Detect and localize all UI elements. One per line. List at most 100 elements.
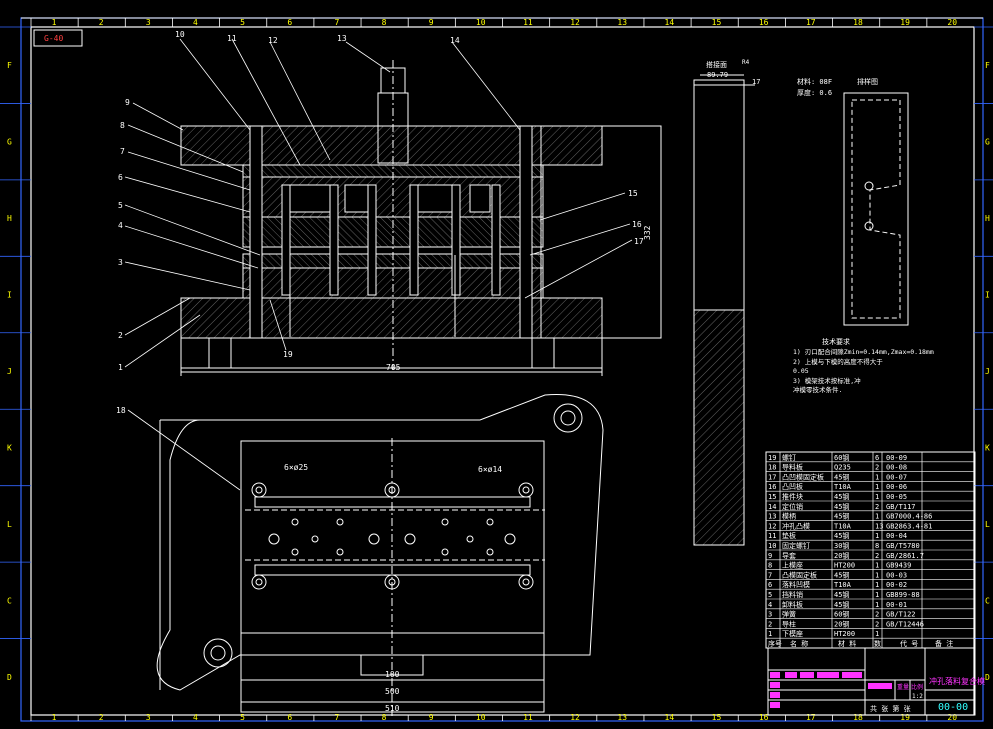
strip-thick: 17 xyxy=(752,78,760,86)
bom-cell: 00-04 xyxy=(886,532,907,540)
tag-label: G-40 xyxy=(44,34,63,43)
ruler-col-label: 17 xyxy=(806,713,816,722)
bom-cell: 2 xyxy=(768,620,772,628)
balloon-15: 15 xyxy=(628,189,638,198)
balloon-8: 8 xyxy=(120,121,125,130)
bom-cell: 00-02 xyxy=(886,581,907,589)
dim-100: 100 xyxy=(385,670,400,679)
strip-radius: R4 xyxy=(742,59,750,66)
bom-cell: HT200 xyxy=(834,562,855,570)
bom-cell: 4 xyxy=(768,601,772,609)
ruler-row-label: H xyxy=(7,214,12,223)
bom-cell: 1 xyxy=(875,591,879,599)
bom-cell: 00-05 xyxy=(886,493,907,501)
ruler-row-label: H xyxy=(985,214,990,223)
ruler-row-label: K xyxy=(7,443,12,452)
ruler-col-label: 3 xyxy=(146,18,151,27)
bom-cell: GB899-88 xyxy=(886,591,920,599)
bom-cell: 20钢 xyxy=(834,551,849,560)
bom-cell: GB9439 xyxy=(886,562,911,570)
bom-cell: 17 xyxy=(768,473,776,481)
balloon-13: 13 xyxy=(337,34,347,43)
bom-cell: 20钢 xyxy=(834,619,849,628)
ruler-col-label: 14 xyxy=(665,18,675,27)
bom-cell: 00-06 xyxy=(886,483,907,491)
ruler-col-label: 4 xyxy=(193,18,198,27)
bom-cell: 18 xyxy=(768,464,776,472)
bom-cell: 2 xyxy=(875,552,879,560)
bom-cell: 1 xyxy=(768,630,772,638)
bom-cell: 11 xyxy=(768,532,776,540)
bom-cell: 落料凹模 xyxy=(782,580,810,589)
ruler-col-label: 6 xyxy=(287,713,292,722)
bom-cell: 下模座 xyxy=(782,629,803,638)
bom-cell: 00-09 xyxy=(886,454,907,462)
bom-cell: 2 xyxy=(875,620,879,628)
drawing-code: 00-00 xyxy=(938,702,968,713)
bom-cell: GB7000.4-86 xyxy=(886,513,932,521)
ruler-top: 1 2 3 4 5 6 7 8 9 10 11 12 13 14 15 16 17 18 19 20 xyxy=(30,18,957,27)
ruler-col-label: 2 xyxy=(99,713,104,722)
bom-cell: 1 xyxy=(875,483,879,491)
bom-cell: 19 xyxy=(768,454,776,462)
ruler-row-label: I xyxy=(7,291,12,300)
balloon-2: 2 xyxy=(118,331,123,340)
ruler-col-label: 2 xyxy=(99,18,104,27)
bom-header: 材 料 xyxy=(838,639,856,648)
bom-header: 名 称 xyxy=(790,639,808,648)
bom-cell: 7 xyxy=(768,571,772,579)
ruler-row-label: K xyxy=(985,443,990,452)
ruler-row-label: F xyxy=(985,61,990,70)
bom-cell: 1 xyxy=(875,562,879,570)
bom-header: 序号 xyxy=(768,639,782,648)
ruler-row-label: J xyxy=(7,367,12,376)
bom-cell: 卸料板 xyxy=(782,600,803,609)
ruler-col-label: 14 xyxy=(665,713,675,722)
tech-line-4: 3) 模架技术按标准,冲 xyxy=(793,376,861,385)
ruler-col-label: 9 xyxy=(429,18,434,27)
bom-cell: 1 xyxy=(875,513,879,521)
ruler-row-label: D xyxy=(985,673,990,682)
ruler-left: F G H I J K L C D xyxy=(0,26,31,682)
bom-table: 19 螺钉 60钢 6 00-0918 导料板 Q235 2 00-0817 凸凹模固定板 45钢 1… xyxy=(765,451,976,649)
ruler-col-label: 19 xyxy=(900,713,910,722)
thickness-note: 厚度: 0.6 xyxy=(797,88,832,97)
bom-cell: 垫板 xyxy=(782,531,796,540)
balloon-11: 11 xyxy=(227,34,237,43)
ruler-col-label: 4 xyxy=(193,713,198,722)
balloon-9: 9 xyxy=(125,98,130,107)
bom-cell: 8 xyxy=(875,542,879,550)
ruler-col-label: 15 xyxy=(712,18,722,27)
ruler-col-label: 20 xyxy=(947,18,957,27)
ruler-row-label: C xyxy=(7,596,12,605)
bom-cell: 2 xyxy=(875,503,879,511)
bom-cell: 定位销 xyxy=(782,502,803,511)
tech-line-5: 冲模零技术条件. xyxy=(793,385,842,394)
balloon-12: 12 xyxy=(268,36,278,45)
bom-cell: GB/T12446 xyxy=(886,620,924,628)
layout-label: 排样图 xyxy=(857,77,878,86)
bom-cell: 16 xyxy=(768,483,776,491)
tech-line-2: 2) 上模与下模的高度不得大于 xyxy=(793,357,883,366)
bom-cell: 45钢 xyxy=(834,531,849,540)
bom-cell: 45钢 xyxy=(834,472,849,481)
bom-cell: 冲孔凸模 xyxy=(782,521,810,530)
bom-cell: 45钢 xyxy=(834,502,849,511)
ruler-col-label: 1 xyxy=(52,18,57,27)
bom-cell: 导料板 xyxy=(782,463,803,472)
bom-cell: 00-08 xyxy=(886,464,907,472)
top-view xyxy=(156,393,604,716)
bom-cell: 13 xyxy=(768,513,776,521)
bom-cell: 1 xyxy=(875,493,879,501)
bom-cell: 凸凹模固定板 xyxy=(782,472,824,481)
tech-line-1: 1) 刃口配合间隙Zmin=0.14mm,Zmax=0.18mm xyxy=(793,347,934,356)
bom-cell: GB/T117 xyxy=(886,503,916,511)
bom-cell: 螺钉 xyxy=(782,453,796,462)
ruler-col-label: 7 xyxy=(334,713,339,722)
bom-cell: 6 xyxy=(875,454,879,462)
bom-cell: 1 xyxy=(875,581,879,589)
dim-holes-14: 6×ø14 xyxy=(478,465,502,474)
ruler-col-label: 18 xyxy=(853,18,863,27)
bom-cell: 弹簧 xyxy=(782,610,796,619)
ruler-col-label: 8 xyxy=(382,18,387,27)
